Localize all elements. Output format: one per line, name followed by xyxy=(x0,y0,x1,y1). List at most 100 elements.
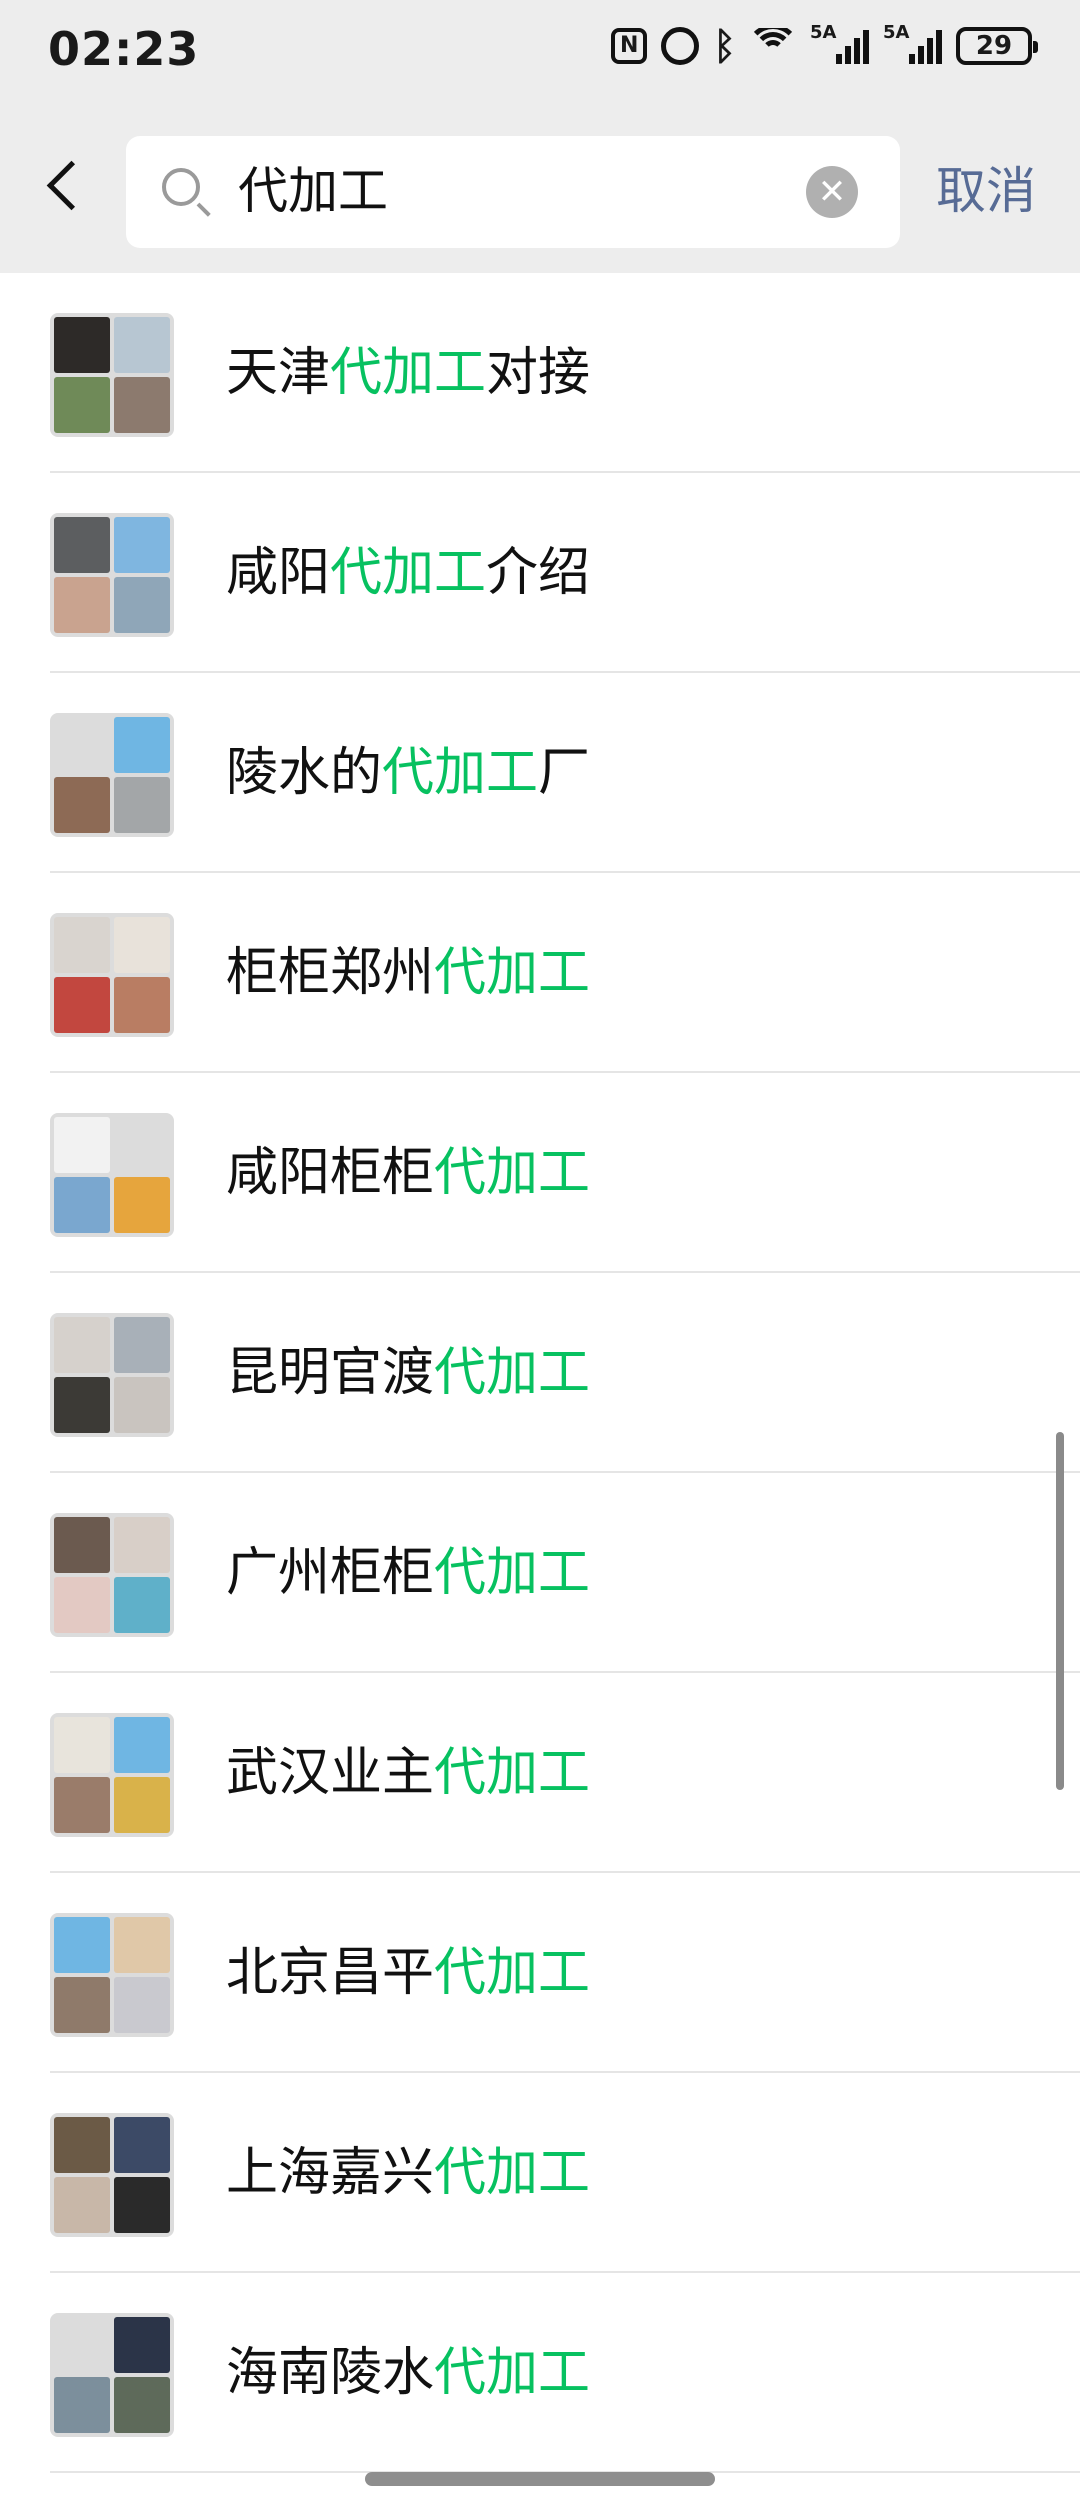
scrollbar[interactable] xyxy=(1056,1432,1064,1790)
list-item-title: 昆明官渡代加工 xyxy=(226,1333,590,1413)
avatar-tile xyxy=(114,1117,170,1173)
group-avatar xyxy=(50,1513,174,1637)
list-item-title: 上海嘉兴代加工 xyxy=(226,2133,590,2213)
search-results-list: 天津代加工对接 咸阳代加工介绍 陵水的代加工厂 柜柜郑州代加工 咸阳柜柜代加工 昆明官渡代… xyxy=(0,273,1080,2473)
status-bar: 02:23 N ᛒ 5A 5A 29 xyxy=(0,0,1080,100)
title-prefix: 咸阳 xyxy=(226,543,331,603)
title-prefix: 北京昌平 xyxy=(226,1943,435,2003)
group-avatar xyxy=(50,2313,174,2437)
list-item[interactable]: 北京昌平代加工 xyxy=(0,1873,1080,2073)
search-input[interactable]: 代加工 ✕ xyxy=(126,136,900,248)
avatar-tile xyxy=(54,1517,110,1573)
avatar-tile xyxy=(54,1117,110,1173)
avatar-tile xyxy=(54,977,110,1033)
avatar-tile xyxy=(114,1777,170,1833)
title-prefix: 天津 xyxy=(226,343,331,403)
bluetooth-icon: ᛒ xyxy=(713,24,736,68)
list-item-title: 北京昌平代加工 xyxy=(226,1933,590,2013)
nfc-icon: N xyxy=(611,28,648,64)
avatar-tile xyxy=(114,317,170,373)
title-highlight: 代加工 xyxy=(434,943,591,1003)
avatar-tile xyxy=(54,1917,110,1973)
avatar-tile xyxy=(114,1717,170,1773)
list-item[interactable]: 武汉业主代加工 xyxy=(0,1673,1080,1873)
group-avatar xyxy=(50,1713,174,1837)
avatar-tile xyxy=(114,777,170,833)
avatar-tile xyxy=(54,1177,110,1233)
list-item-title: 陵水的代加工厂 xyxy=(226,733,590,813)
home-indicator[interactable] xyxy=(365,2472,715,2486)
avatar-tile xyxy=(54,777,110,833)
avatar-tile xyxy=(54,1577,110,1633)
alarm-icon xyxy=(661,27,700,65)
avatar-tile xyxy=(114,1177,170,1233)
cancel-button[interactable]: 取消 xyxy=(936,156,1036,226)
title-suffix: 厂 xyxy=(538,743,591,803)
avatar-tile xyxy=(54,2317,110,2373)
avatar-tile xyxy=(114,517,170,573)
avatar-tile xyxy=(114,2117,170,2173)
avatar-tile xyxy=(54,717,110,773)
list-item[interactable]: 咸阳柜柜代加工 xyxy=(0,1073,1080,1273)
group-avatar xyxy=(50,713,174,837)
search-icon xyxy=(162,168,200,206)
avatar-tile xyxy=(114,1577,170,1633)
back-icon[interactable] xyxy=(40,158,88,218)
avatar-tile xyxy=(114,2177,170,2233)
title-prefix: 海南陵水 xyxy=(226,2343,435,2403)
status-time: 02:23 xyxy=(48,22,200,76)
signal-label: 5A xyxy=(883,22,910,43)
avatar-tile xyxy=(54,517,110,573)
avatar-tile xyxy=(114,1517,170,1573)
avatar-tile xyxy=(114,577,170,633)
list-item[interactable]: 柜柜郑州代加工 xyxy=(0,873,1080,1073)
avatar-tile xyxy=(114,717,170,773)
avatar-tile xyxy=(54,1977,110,2033)
list-item[interactable]: 天津代加工对接 xyxy=(0,273,1080,473)
avatar-tile xyxy=(54,917,110,973)
avatar-tile xyxy=(114,2377,170,2433)
title-prefix: 陵水的 xyxy=(226,743,383,803)
wifi-icon xyxy=(750,28,796,64)
list-item-title: 柜柜郑州代加工 xyxy=(226,933,590,1013)
title-highlight: 代加工 xyxy=(434,1543,591,1603)
title-prefix: 咸阳柜柜 xyxy=(226,1143,435,1203)
avatar-tile xyxy=(54,377,110,433)
title-suffix: 对接 xyxy=(486,343,591,403)
title-highlight: 代加工 xyxy=(382,743,539,803)
search-query[interactable]: 代加工 xyxy=(238,156,388,226)
cellular-signal-icon: 5A xyxy=(810,22,869,64)
list-item[interactable]: 广州柜柜代加工 xyxy=(0,1473,1080,1673)
avatar-tile xyxy=(54,1777,110,1833)
search-header: 代加工 ✕ 取消 xyxy=(0,100,1080,273)
avatar-tile xyxy=(54,2377,110,2433)
avatar-tile xyxy=(54,2177,110,2233)
list-item-title: 海南陵水代加工 xyxy=(226,2333,590,2413)
avatar-tile xyxy=(114,377,170,433)
list-item-title: 天津代加工对接 xyxy=(226,333,590,413)
clear-icon[interactable]: ✕ xyxy=(806,166,858,218)
title-prefix: 上海嘉兴 xyxy=(226,2143,435,2203)
list-item[interactable]: 海南陵水代加工 xyxy=(0,2273,1080,2473)
list-item[interactable]: 陵水的代加工厂 xyxy=(0,673,1080,873)
avatar-tile xyxy=(114,1917,170,1973)
group-avatar xyxy=(50,2113,174,2237)
group-avatar xyxy=(50,913,174,1037)
avatar-tile xyxy=(114,1317,170,1373)
list-item[interactable]: 咸阳代加工介绍 xyxy=(0,473,1080,673)
title-highlight: 代加工 xyxy=(330,343,487,403)
group-avatar xyxy=(50,313,174,437)
list-item-title: 咸阳柜柜代加工 xyxy=(226,1133,590,1213)
avatar-tile xyxy=(54,2117,110,2173)
title-highlight: 代加工 xyxy=(434,1943,591,2003)
list-item[interactable]: 上海嘉兴代加工 xyxy=(0,2073,1080,2273)
avatar-tile xyxy=(54,1377,110,1433)
avatar-tile xyxy=(114,1377,170,1433)
list-item-title: 咸阳代加工介绍 xyxy=(226,533,590,613)
title-highlight: 代加工 xyxy=(434,2143,591,2203)
list-item[interactable]: 昆明官渡代加工 xyxy=(0,1273,1080,1473)
title-suffix: 介绍 xyxy=(486,543,591,603)
avatar-tile xyxy=(114,2317,170,2373)
title-highlight: 代加工 xyxy=(330,543,487,603)
avatar-tile xyxy=(54,1317,110,1373)
